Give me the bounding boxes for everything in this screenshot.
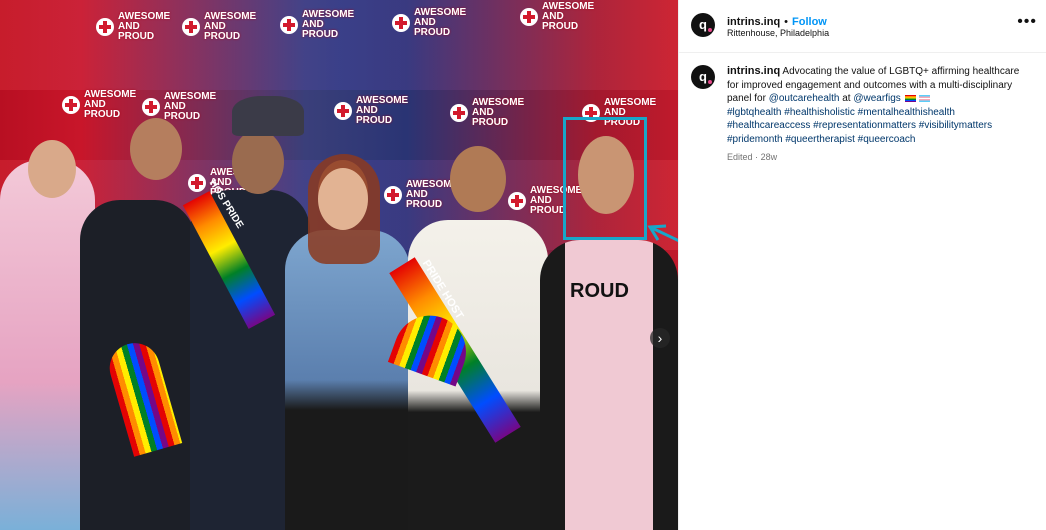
shirt-text: ROUD xyxy=(570,280,629,302)
header-separator: • xyxy=(784,16,789,28)
caption-hashtags[interactable]: #lgbtqhealth #healthisholistic #mentalhe… xyxy=(727,107,992,145)
plus-badge-icon xyxy=(384,186,402,204)
post-age[interactable]: 28w xyxy=(761,152,778,162)
backdrop-logo: AWESOMEANDPROUD xyxy=(96,12,170,42)
post-details-panel: q intrins.inq • Follow Rittenhouse, Philad… xyxy=(678,0,1046,530)
post-photo[interactable]: AWESOME AND PROUD AWESOME AND PROUD AWESOME A… xyxy=(0,0,678,530)
backdrop-logo: AWESOMEANDPROUD xyxy=(520,2,594,32)
mention-outcarehealth[interactable]: @outcarehealth xyxy=(769,93,840,104)
caption-avatar[interactable]: q xyxy=(691,65,715,89)
plus-badge-icon xyxy=(334,102,352,120)
plus-badge-icon xyxy=(392,14,410,32)
plus-badge-icon xyxy=(450,104,468,122)
person-5-head xyxy=(450,146,506,212)
mention-wearfigs[interactable]: @wearfigs xyxy=(853,93,900,104)
backdrop-logo: AWESOMEANDPROUD xyxy=(450,98,524,128)
plus-badge-icon xyxy=(62,96,80,114)
location-link[interactable]: Rittenhouse, Philadelphia xyxy=(727,28,829,38)
plus-badge-icon xyxy=(188,174,206,192)
header-username[interactable]: intrins.inq xyxy=(727,16,780,28)
plus-badge-icon xyxy=(508,192,526,210)
annotation-arrow-icon xyxy=(647,224,678,243)
plus-badge-icon xyxy=(182,18,200,36)
caption-username[interactable]: intrins.inq xyxy=(727,65,780,77)
plus-badge-icon xyxy=(142,98,160,116)
follow-button[interactable]: Follow xyxy=(792,16,827,28)
post-meta: Edited · 28w xyxy=(727,152,777,162)
backdrop-logo: AWESOMEANDPROUD xyxy=(62,90,136,120)
person-4-face xyxy=(318,168,368,230)
meta-dot: · xyxy=(755,152,759,162)
rainbow-flag-icon xyxy=(904,94,916,102)
person-2-head xyxy=(130,118,182,180)
backdrop-logo: AWESOMEANDPROUD xyxy=(392,8,466,38)
more-options-icon[interactable]: ••• xyxy=(1017,13,1037,31)
person-3-head xyxy=(232,130,284,194)
edited-label: Edited xyxy=(727,152,753,162)
plus-badge-icon xyxy=(96,18,114,36)
caption: intrins.inq Advocating the value of LGBT… xyxy=(727,65,1032,146)
plus-badge-icon xyxy=(280,16,298,34)
person-1-head xyxy=(28,140,76,198)
sequin-hat xyxy=(232,96,304,136)
plus-badge-icon xyxy=(520,8,538,26)
caption-at: at xyxy=(842,93,851,104)
post-header: q intrins.inq • Follow Rittenhouse, Philad… xyxy=(679,0,1046,53)
trans-flag-icon xyxy=(919,94,931,102)
backdrop-logo: AWESOMEANDPROUD xyxy=(334,96,408,126)
backdrop-logo: AWESOMEANDPROUD xyxy=(384,180,458,210)
carousel-next-button[interactable]: › xyxy=(650,328,670,348)
highlight-box xyxy=(563,117,647,240)
backdrop-logo: AWESOMEANDPROUD xyxy=(280,10,354,40)
avatar[interactable]: q xyxy=(691,13,715,37)
backdrop-logo: AWESOMEANDPROUD xyxy=(182,12,256,42)
